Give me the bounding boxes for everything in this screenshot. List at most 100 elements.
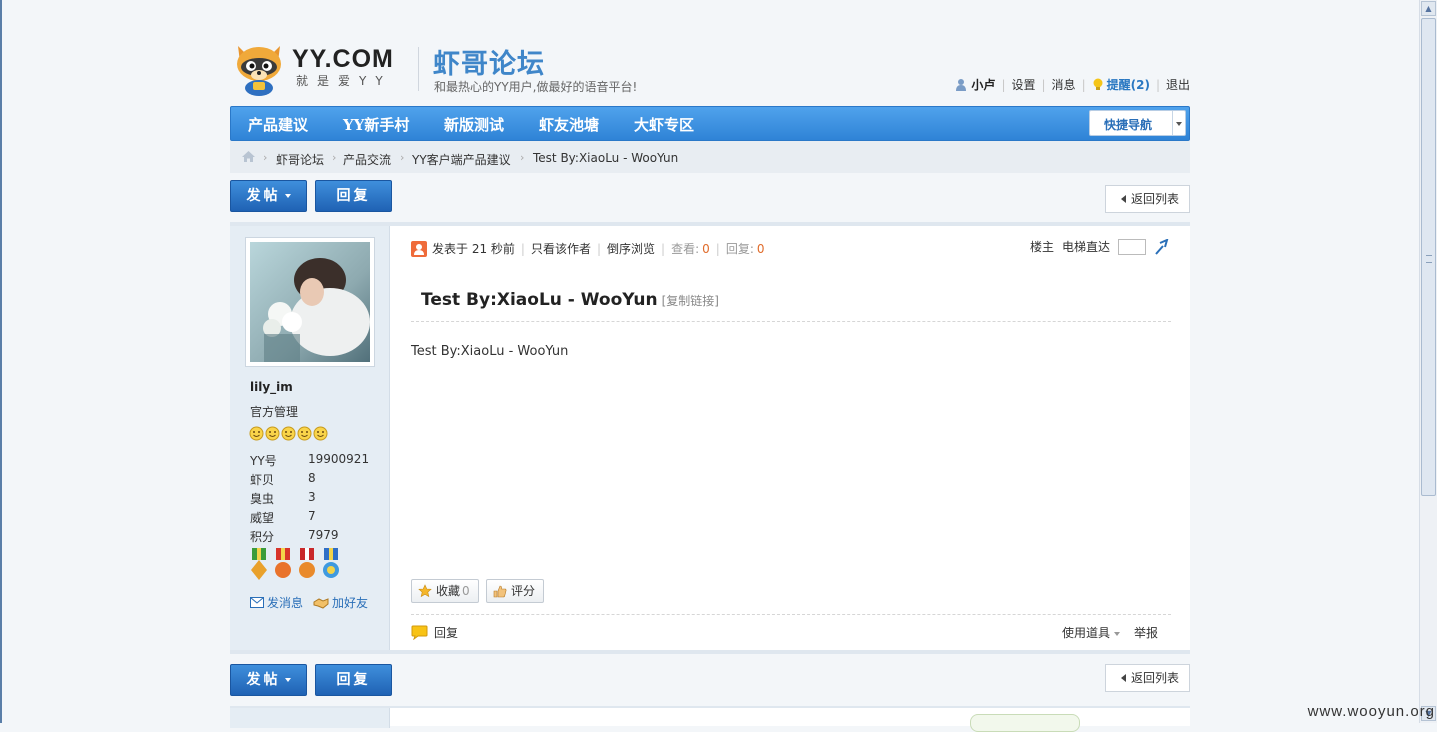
settings-link[interactable]: 设置 — [1011, 76, 1035, 93]
reverse-view-link[interactable]: 倒序浏览 — [607, 240, 655, 257]
favorite-button[interactable]: 收藏 0 — [411, 579, 479, 603]
title-divider — [411, 321, 1171, 322]
post-title: Test By:XiaoLu - WooYun [复制链接] — [421, 290, 719, 310]
breadcrumb-forum[interactable]: 虾哥论坛 — [276, 151, 324, 168]
breadcrumb-board[interactable]: YY客户端产品建议 — [412, 151, 511, 168]
post-meta: 发表于 21 秒前 | 只看该作者 | 倒序浏览 | 查看: 0 | 回复: 0 — [411, 240, 765, 257]
back-to-list-button-bottom[interactable]: 返回列表 — [1105, 664, 1190, 692]
quick-nav-label: 快捷导航 — [1104, 118, 1153, 132]
elevator-label: 电梯直达 — [1061, 240, 1110, 254]
forum-name[interactable]: 虾哥论坛 — [433, 42, 545, 81]
post-tools: 使用道具 举报 — [1062, 624, 1158, 641]
messages-link[interactable]: 消息 — [1052, 76, 1076, 93]
favorite-count: 0 — [462, 584, 470, 598]
add-friend-link[interactable]: 加好友 — [313, 594, 368, 611]
stat-value: 7979 — [308, 528, 339, 542]
nav-item-beta[interactable]: 新版测试 — [444, 114, 504, 135]
home-icon[interactable] — [241, 150, 256, 163]
report-link[interactable]: 举报 — [1134, 624, 1158, 641]
author-group: 官方管理 — [250, 405, 299, 419]
stat-label: 威望 — [250, 511, 275, 525]
breadcrumb-section[interactable]: 产品交流 — [343, 151, 391, 168]
forum-tagline: 和最热心的YY用户,做最好的语音平台! — [434, 80, 638, 94]
post-body: Test By:XiaoLu - WooYun — [411, 344, 569, 359]
medal-icon[interactable] — [321, 548, 341, 582]
smiley-icon — [249, 426, 264, 441]
floor-label: 楼主 — [1029, 240, 1054, 254]
favorite-label: 收藏 — [436, 584, 461, 598]
smiley-icon — [313, 426, 328, 441]
decorative-banner — [970, 714, 1080, 732]
views-label: 查看: — [671, 242, 700, 256]
medal-icon[interactable] — [297, 548, 317, 582]
scroll-up-button[interactable]: ▲ — [1421, 1, 1436, 16]
stat-shrimp-shells: 虾贝 8 — [250, 471, 316, 488]
quick-reply-author-column — [230, 708, 390, 728]
author-actions: 发消息 加好友 — [250, 594, 368, 611]
site-logo[interactable]: YY.COM 就是爱YY — [230, 38, 420, 98]
rate-label: 评分 — [511, 584, 536, 598]
author-panel: lily_im 官方管理 YY号 19900921 虾贝 8 臭虫 3 威望 7… — [230, 226, 390, 650]
scroll-thumb[interactable] — [1421, 18, 1436, 496]
alerts-link[interactable]: 提醒(2) — [1107, 76, 1150, 93]
nav-item-newbie[interactable]: YY新手村 — [343, 114, 409, 135]
stat-label: 虾贝 — [250, 473, 275, 487]
go-arrow-icon[interactable] — [1154, 238, 1170, 255]
medal-icon[interactable] — [273, 548, 293, 582]
main-nav: 产品建议 YY新手村 新版测试 虾友池塘 大虾专区 快捷导航 — [230, 106, 1190, 141]
envelope-icon — [250, 597, 264, 608]
post-reply-link[interactable]: 回复 — [411, 624, 458, 641]
logout-link[interactable]: 退出 — [1166, 76, 1190, 93]
yy-slogan: 就是爱YY — [296, 74, 392, 88]
stat-points: 积分 7979 — [250, 528, 339, 545]
replies-count: 0 — [756, 241, 765, 256]
reply-button-bottom[interactable]: 回复 — [315, 664, 392, 696]
user-icon — [956, 79, 967, 91]
nav-item-expert[interactable]: 大虾专区 — [634, 114, 694, 135]
medals — [249, 548, 341, 582]
author-only-link[interactable]: 只看该作者 — [531, 240, 591, 257]
author-avatar[interactable] — [245, 237, 375, 367]
floor-jump-input[interactable] — [1118, 238, 1146, 255]
new-post-label: 发帖 — [246, 188, 281, 204]
author-name[interactable]: lily_im — [250, 380, 293, 394]
copy-link[interactable]: [复制链接] — [662, 294, 719, 308]
medal-icon[interactable] — [249, 548, 269, 582]
stat-label: 积分 — [250, 530, 275, 544]
vertical-scrollbar[interactable]: ▲ ▼ — [1419, 0, 1437, 723]
logo-divider — [418, 47, 419, 91]
floor-tools: 楼主 电梯直达 — [1030, 238, 1170, 255]
views-count: 0 — [702, 241, 710, 256]
breadcrumb-separator: › — [332, 151, 337, 164]
avatar-image — [250, 242, 370, 362]
window-edge — [0, 0, 2, 723]
thumbs-up-icon — [493, 585, 507, 598]
back-to-list-label: 返回列表 — [1131, 671, 1180, 685]
stat-value: 7 — [308, 509, 316, 523]
stat-value: 3 — [308, 490, 316, 504]
quick-nav-dropdown[interactable]: 快捷导航 — [1089, 110, 1186, 136]
nav-item-suggestions[interactable]: 产品建议 — [248, 114, 308, 135]
back-to-list-label: 返回列表 — [1131, 192, 1180, 206]
lightbulb-icon — [1093, 78, 1103, 90]
username-link[interactable]: 小卢 — [971, 76, 995, 93]
breadcrumb-separator: › — [263, 151, 268, 164]
new-post-label: 发帖 — [246, 672, 281, 688]
rate-button[interactable]: 评分 — [486, 579, 545, 603]
new-post-button-bottom[interactable]: 发帖 — [230, 664, 307, 696]
yy-brand-text: YY.COM — [292, 45, 394, 73]
reply-button[interactable]: 回复 — [315, 180, 392, 212]
nav-item-pond[interactable]: 虾友池塘 — [539, 114, 599, 135]
new-post-button[interactable]: 发帖 — [230, 180, 307, 212]
replies-label: 回复: — [725, 242, 754, 256]
raccoon-mascot-icon — [237, 46, 281, 96]
stat-reputation: 威望 7 — [250, 509, 316, 526]
send-message-label: 发消息 — [267, 596, 304, 610]
send-message-link[interactable]: 发消息 — [250, 594, 303, 611]
stat-value: 8 — [308, 471, 316, 485]
use-tools-dropdown[interactable]: 使用道具 — [1062, 624, 1120, 641]
caret-down-icon — [284, 678, 291, 682]
smiley-icon — [265, 426, 280, 441]
back-to-list-button[interactable]: 返回列表 — [1105, 185, 1190, 213]
posted-time: 发表于 21 秒前 — [432, 242, 515, 256]
